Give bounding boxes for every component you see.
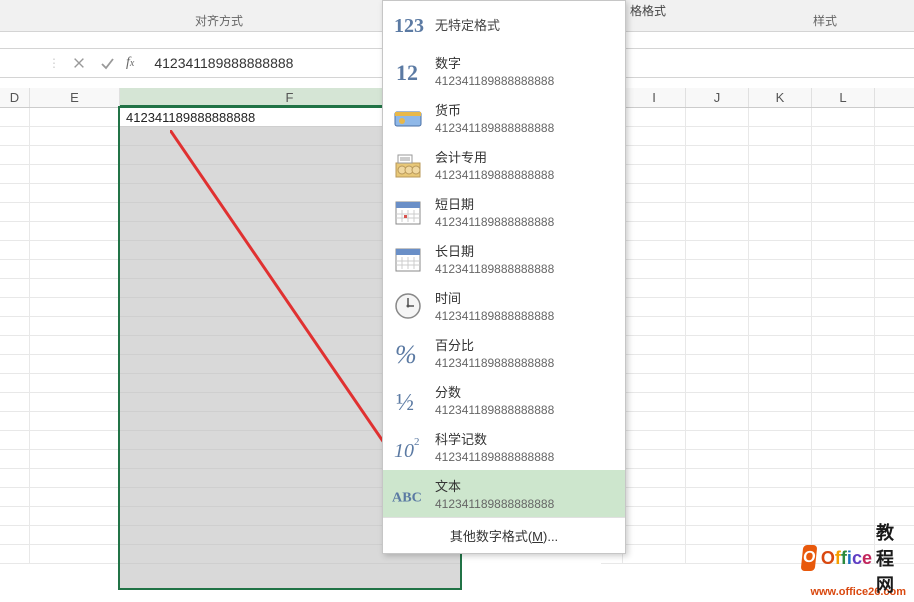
formula-bar-value[interactable]: 412341189888888888 — [154, 55, 293, 71]
currency-icon — [391, 101, 425, 135]
col-header-L[interactable]: L — [812, 88, 875, 107]
format-item-scientific[interactable]: 102 科学记数 412341189888888888 — [383, 423, 625, 470]
format-item-time[interactable]: 时间 412341189888888888 — [383, 282, 625, 329]
watermark-brand: Office — [821, 548, 872, 569]
fx-icon[interactable]: fx — [126, 55, 134, 71]
format-more-options[interactable]: 其他数字格式(M)... — [383, 517, 625, 553]
long-date-icon — [391, 242, 425, 276]
format-item-text[interactable]: ABC 文本 412341189888888888 — [383, 470, 625, 517]
grid-area-right[interactable] — [601, 108, 914, 588]
svg-text:%: % — [395, 340, 417, 369]
fraction-icon: ½ — [391, 383, 425, 417]
watermark-brand-zh: 教程网 — [876, 519, 906, 597]
accounting-icon — [391, 148, 425, 182]
number-icon: 12 — [391, 54, 425, 88]
svg-text:12: 12 — [396, 60, 418, 85]
watermark-logo-icon: O — [801, 545, 818, 571]
ribbon-group-alignment: 对齐方式 — [195, 12, 243, 29]
col-header-J[interactable]: J — [686, 88, 749, 107]
format-item-shortdate[interactable]: 短日期 412341189888888888 — [383, 188, 625, 235]
col-header-I[interactable]: I — [623, 88, 686, 107]
formula-bar-split-icon: ⋮ — [48, 56, 60, 70]
format-item-currency[interactable]: 货币 412341189888888888 — [383, 94, 625, 141]
ribbon-cell-format-partial: 格格式 — [630, 2, 666, 19]
format-item-percentage[interactable]: % 百分比 412341189888888888 — [383, 329, 625, 376]
ribbon-group-styles: 样式 — [813, 12, 837, 29]
format-item-longdate[interactable]: 长日期 412341189888888888 — [383, 235, 625, 282]
text-icon: ABC — [391, 477, 425, 511]
format-item-number[interactable]: 12 数字 412341189888888888 — [383, 47, 625, 94]
cancel-icon[interactable] — [70, 54, 88, 72]
scientific-icon: 102 — [391, 430, 425, 464]
format-item-general[interactable]: 123 无特定格式 — [383, 1, 625, 47]
col-header-E[interactable]: E — [30, 88, 120, 107]
svg-text:123: 123 — [394, 15, 424, 37]
enter-icon[interactable] — [98, 54, 116, 72]
percentage-icon: % — [391, 336, 425, 370]
svg-text:½: ½ — [396, 390, 414, 416]
format-item-fraction[interactable]: ½ 分数 412341189888888888 — [383, 376, 625, 423]
svg-text:2: 2 — [414, 436, 420, 448]
col-header-D[interactable]: D — [0, 88, 30, 107]
format-item-accounting[interactable]: 会计专用 412341189888888888 — [383, 141, 625, 188]
time-icon — [391, 289, 425, 323]
number-format-dropdown: 123 无特定格式 12 数字 412341189888888888 货币 41… — [382, 0, 626, 554]
grid-area-left[interactable] — [0, 108, 120, 588]
short-date-icon — [391, 195, 425, 229]
general-icon: 123 — [391, 7, 425, 41]
col-header-K[interactable]: K — [749, 88, 812, 107]
watermark: O Office 教程网 www.office26.com — [802, 582, 914, 602]
svg-text:10: 10 — [394, 440, 414, 462]
svg-text:ABC: ABC — [392, 489, 422, 505]
